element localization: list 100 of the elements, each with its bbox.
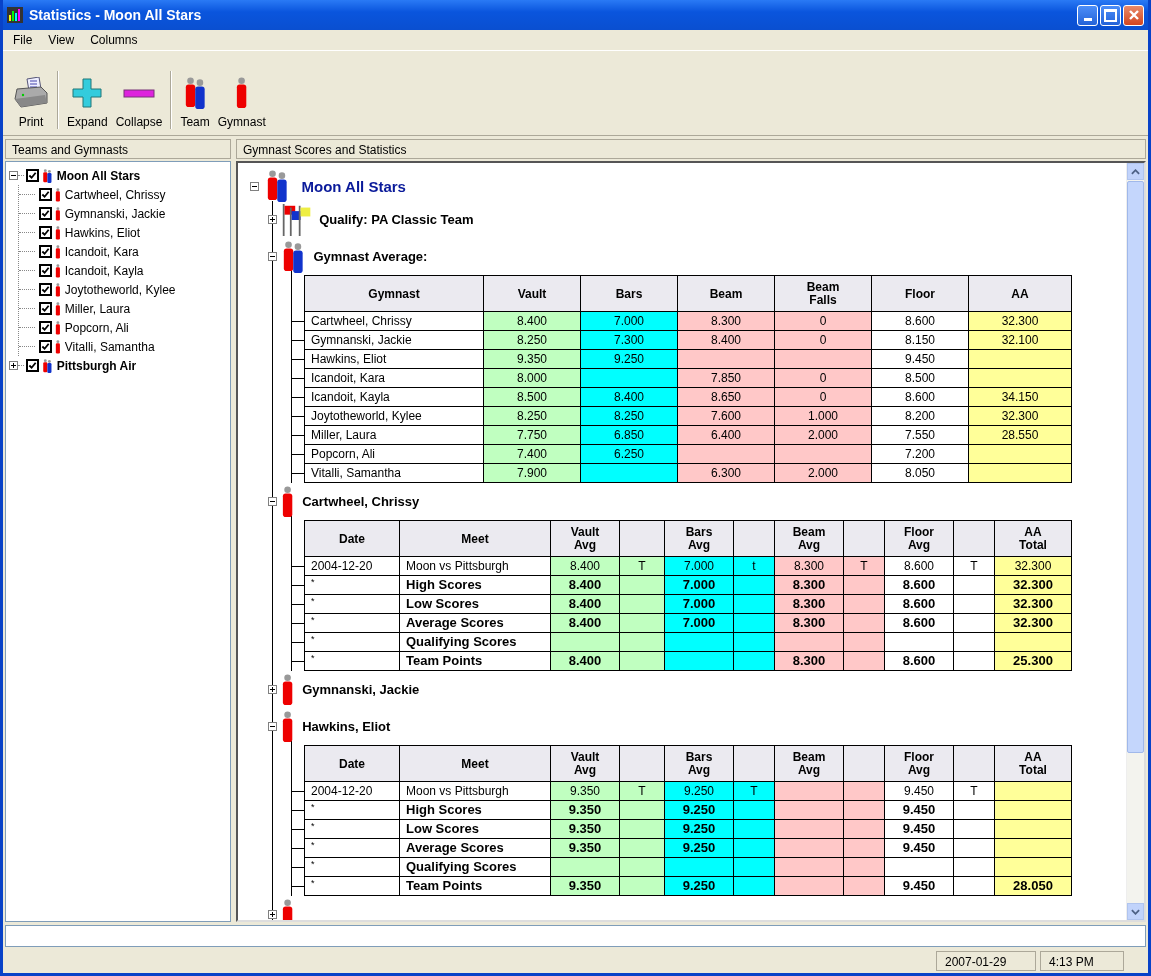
table-cell: Team Points [399,651,551,671]
status-date: 2007-01-29 [936,951,1036,971]
person-icon [281,710,295,743]
plus-icon [71,77,104,109]
checkbox[interactable] [39,245,52,258]
table-cell: * [304,594,400,614]
table-cell: Hawkins, Eliot [304,349,484,369]
table-cell: 2004-12-20 [304,556,400,576]
checkbox[interactable] [39,283,52,296]
expand-toggle[interactable] [268,910,277,919]
table-cell: Qualifying Scores [399,632,551,652]
tree-item[interactable]: Vitalli, Samantha [64,339,155,354]
expand-toggle[interactable] [9,361,18,370]
column-header: Meet [399,520,551,557]
menu-item[interactable]: Columns [84,33,144,47]
table-cell: Low Scores [399,594,551,614]
maximize-button[interactable] [1100,4,1121,26]
tree-item[interactable]: Moon All Stars [56,168,141,183]
table-cell: * [304,575,400,595]
expand-toggle[interactable] [268,722,277,731]
checkbox[interactable] [26,169,39,182]
tree-item[interactable]: Popcorn, Ali [64,320,129,335]
table-cell: Low Scores [399,819,551,839]
table-cell: * [304,838,400,858]
table-cell: Qualifying Scores [399,857,551,877]
column-header: Vault Avg [550,520,620,557]
person-icon [281,673,295,706]
person-icon [55,339,61,354]
team-button[interactable]: Team [176,77,214,129]
column-header: Meet [399,745,551,782]
table-cell: * [304,857,400,877]
minus-icon [123,89,156,98]
column-header: Bars Avg [664,520,734,557]
checkbox[interactable] [39,302,52,315]
menu-item[interactable]: View [42,33,81,47]
expand-button[interactable]: Expand [63,77,112,129]
expand-toggle[interactable] [268,497,277,506]
tree-item[interactable]: Miller, Laura [64,301,131,316]
minimize-button[interactable] [1077,4,1098,26]
person-icon [55,301,61,316]
tree-item[interactable]: Icandoit, Kara [64,244,139,259]
column-header: Bars Avg [664,745,734,782]
gymnast-button[interactable]: Gymnast [213,77,270,129]
chart-icon [7,7,23,23]
column-header: AA Total [994,520,1072,557]
table-cell: Average Scores [399,838,551,858]
panel-header: Teams and Gymnasts [5,139,231,159]
table-cell: Icandoit, Kara [304,368,484,388]
close-button[interactable] [1123,4,1144,26]
column-header: Date [304,745,400,782]
checkbox[interactable] [39,226,52,239]
table-cell: Popcorn, Ali [304,444,484,464]
column-header: Beam Avg [774,520,844,557]
tree-item[interactable]: Hawkins, Eliot [64,225,141,240]
tree-item[interactable]: Pittsburgh Air [56,358,137,373]
column-header: Floor Avg [884,520,954,557]
expand-toggle[interactable] [268,252,277,261]
checkbox[interactable] [39,321,52,334]
checkbox[interactable] [39,188,52,201]
person-icon [55,320,61,335]
scrollbar[interactable] [1126,163,1144,920]
column-header: Floor [871,275,969,312]
expand-toggle[interactable] [268,215,277,224]
column-header: Floor Avg [884,745,954,782]
table-cell: * [304,876,400,896]
print-button[interactable]: Print [9,77,53,129]
table-cell: Average Scores [399,613,551,633]
column-header: AA [968,275,1072,312]
table-cell: Vitalli, Samantha [304,463,484,483]
checkbox[interactable] [39,264,52,277]
person-icon [281,485,295,518]
table-cell: * [304,613,400,633]
team-title: Moon All Stars [301,177,406,195]
checkbox[interactable] [26,359,39,372]
table-cell: High Scores [399,800,551,820]
people-icon [281,240,306,273]
checkbox[interactable] [39,207,52,220]
tree-item[interactable]: Gymnanski, Jackie [64,206,166,221]
menu-item[interactable]: File [7,33,39,47]
tree-item[interactable]: Cartwheel, Chrissy [64,187,166,202]
table-cell: * [304,819,400,839]
expand-toggle[interactable] [268,685,277,694]
tree-item[interactable]: Joytotheworld, Kylee [64,282,176,297]
table-cell: High Scores [399,575,551,595]
collapse-button[interactable]: Collapse [111,77,167,129]
x-icon [1127,9,1140,21]
section-title: Qualify: PA Classic Team [319,212,474,227]
input-field[interactable] [5,925,1146,947]
table-cell: Team Points [399,876,551,896]
checkbox[interactable] [39,340,52,353]
person-icon [55,187,61,202]
table-cell: * [304,800,400,820]
expand-toggle[interactable] [250,181,259,191]
panel-header: Gymnast Scores and Statistics [236,139,1146,159]
tree-item[interactable]: Icandoit, Kayla [64,263,144,278]
table-cell: Joytotheworld, Kylee [304,406,484,426]
column-header: Date [304,520,400,557]
expand-toggle[interactable] [9,171,18,180]
people-icon [42,168,53,183]
column-header: Vault [483,275,581,312]
